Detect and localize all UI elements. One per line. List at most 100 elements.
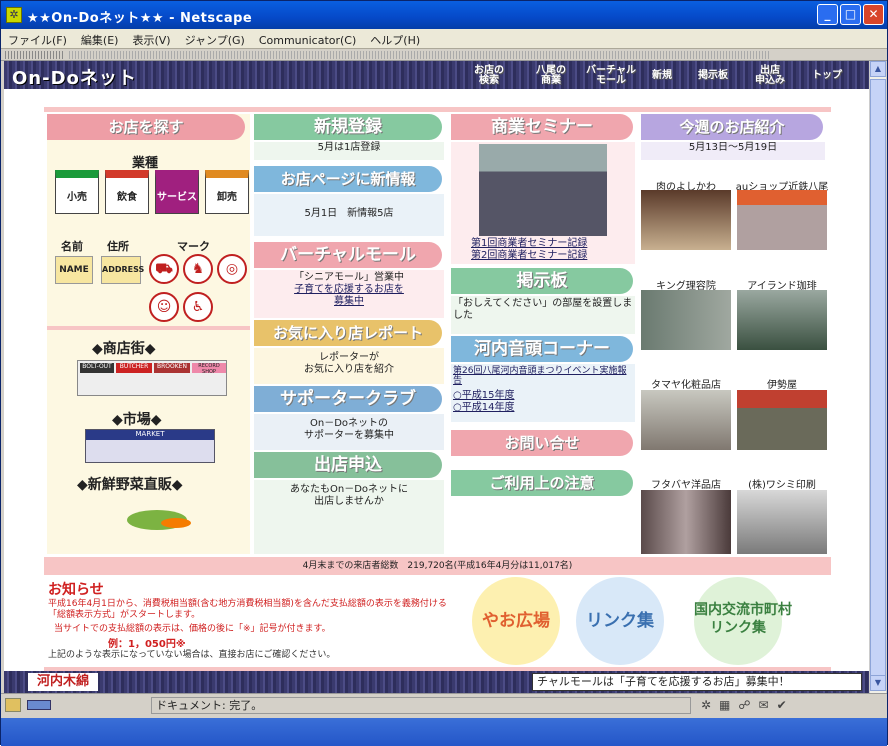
shop-photo-8[interactable] [737, 490, 827, 554]
shop-caption-8: (株)ワシミ印刷 [748, 480, 816, 491]
yao-plaza-button[interactable]: やお広場 [472, 577, 560, 665]
globe-mark-icon[interactable]: ◎ [217, 254, 247, 284]
security-lock-icon[interactable] [5, 698, 21, 712]
site-logo[interactable]: On-Doネット [12, 64, 152, 89]
market-image[interactable]: MARKET [85, 429, 215, 463]
name-label: 名前 [61, 240, 83, 253]
menu-communicator[interactable]: Communicator(C) [252, 31, 363, 50]
wheelchair-mark-icon[interactable]: ♿ [183, 292, 213, 322]
browser-window: ✲ ★★On-Doネット★★ - Netscape _ □ ✕ ファイル(F) 編… [0, 0, 888, 746]
weekly-header[interactable]: 今週のお店紹介 [641, 114, 823, 140]
scroll-down-icon[interactable]: ▼ [870, 675, 886, 691]
tab-top[interactable]: トップ [799, 64, 855, 88]
kawachi-box: 第26回八尾河内音頭まつりイベント実施報告 ○平成15年度 ○平成14年度 [451, 364, 635, 422]
seminar-header[interactable]: 商業セミナー [451, 114, 633, 140]
menu-bar: ファイル(F) 編集(E) 表示(V) ジャンプ(G) Communicator(C) ヘ… [1, 29, 887, 49]
virtual-mall-box: 「シニアモール」営業中 子育てを応援するお店を 募集中 [254, 270, 444, 318]
shop-photo-1[interactable] [641, 190, 731, 250]
info-column: 商業セミナー 第1回商業者セミナー記録 第2回商業者セミナー記録 掲示板 「おし… [451, 114, 637, 554]
connection-icon[interactable] [27, 700, 51, 710]
supporter-club-header[interactable]: サポータークラブ [254, 386, 442, 412]
ichiba-heading[interactable]: ◆市場◆ [112, 409, 162, 429]
seminar-2-link[interactable]: 第2回商業者セミナー記録 [471, 250, 587, 262]
visitor-count: 4月末までの来店者総数 219,720名(平成16年4月分は11,017名) [44, 557, 831, 575]
menu-help[interactable]: ヘルプ(H) [363, 29, 427, 51]
exchange-links-button[interactable]: 国内交流市町村 リンク集 [694, 577, 792, 665]
shop-news-text: 5月1日 新情報5店 [254, 194, 444, 236]
contact-header[interactable]: お問い合せ [451, 430, 633, 456]
scroll-up-icon[interactable]: ▲ [870, 61, 886, 77]
pet-mark-icon[interactable]: ♞ [183, 254, 213, 284]
status-icons[interactable]: ✲▦☍✉✔ [701, 698, 871, 712]
tab-new[interactable]: 新規 [642, 64, 682, 88]
heisei15-link[interactable]: ○平成15年度 [453, 390, 633, 402]
maximize-button[interactable]: □ [840, 4, 861, 25]
virtual-mall-header[interactable]: バーチャルモール [254, 242, 442, 268]
shop-photo-5[interactable] [641, 390, 731, 450]
shop-photo-2[interactable] [737, 190, 827, 250]
menu-file[interactable]: ファイル(F) [1, 29, 74, 51]
board-header[interactable]: 掲示板 [451, 268, 633, 294]
gyoshu-label: 業種 [132, 156, 159, 171]
new-registration-header[interactable]: 新規登録 [254, 114, 442, 140]
minimize-button[interactable]: _ [817, 4, 838, 25]
retail-button[interactable]: 小売 [55, 170, 99, 214]
address-search-button[interactable]: ADDRESS [101, 256, 144, 284]
notice-title: お知らせ [48, 582, 104, 598]
shop-caption-6: 伊勢屋 [767, 380, 797, 391]
netscape-icon: ✲ [6, 7, 22, 23]
shotengai-image[interactable]: BOLT-OUT BUTCHER BROOKEN RECORD SHOP [77, 360, 227, 396]
shotengai-heading[interactable]: ◆商店街◆ [92, 338, 156, 358]
vertical-scrollbar[interactable]: ▲ ▼ [869, 61, 886, 693]
apply-header[interactable]: 出店申込 [254, 452, 442, 478]
seminar-box: 第1回商業者セミナー記録 第2回商業者セミナー記録 [451, 142, 635, 264]
shop-photo-3[interactable] [641, 290, 731, 350]
scroll-thumb[interactable] [870, 79, 886, 689]
gourmet-button[interactable]: 飲食 [105, 170, 149, 214]
notes-header[interactable]: ご利用上の注意 [451, 470, 633, 496]
ticker-text: チャルモールは「子育てを応援するお店」募集中！ [532, 673, 862, 691]
divider-top [44, 107, 831, 112]
shop-photo-7[interactable] [641, 490, 731, 554]
kawachi-momen-logo[interactable]: 河内木綿 [28, 673, 98, 691]
links-button[interactable]: リンク集 [576, 577, 664, 665]
mark-label: マーク [177, 240, 210, 253]
tab-board[interactable]: 掲示板 [685, 64, 741, 88]
taskbar [1, 718, 887, 746]
tab-apply[interactable]: 出店 申込み [744, 64, 796, 88]
site-header: On-Doネット お店の 検索 八尾の 商業 バーチャル モール 新規 掲示板 … [4, 61, 869, 89]
tab-virtual-mall[interactable]: バーチャル モール [583, 64, 639, 88]
tab-yao-commerce[interactable]: 八尾の 商業 [522, 64, 580, 88]
seminar-photo[interactable] [479, 144, 607, 236]
menu-go[interactable]: ジャンプ(G) [178, 29, 252, 51]
service-button[interactable]: サービス [155, 170, 199, 214]
tab-shop-search[interactable]: お店の 検索 [459, 64, 519, 88]
shop-photo-4[interactable] [737, 290, 827, 350]
kawachi-report-link[interactable]: 第26回八尾河内音頭まつりイベント実施報告 [453, 366, 633, 386]
family-mark-icon[interactable]: ☺ [149, 292, 179, 322]
title-bar[interactable]: ✲ ★★On-Doネット★★ - Netscape _ □ ✕ [1, 1, 887, 29]
notice-section: お知らせ 平成16年4月1日から、消費税相当額(含む地方消費税相当額)を含んだ支… [48, 579, 458, 669]
menu-edit[interactable]: 編集(E) [74, 29, 126, 51]
shop-news-header[interactable]: お店ページに新情報 [254, 166, 442, 192]
vegetable-image[interactable] [117, 500, 197, 540]
menu-view[interactable]: 表示(V) [125, 29, 177, 51]
shop-photo-6[interactable] [737, 390, 827, 450]
kawachi-header[interactable]: 河内音頭コーナー [451, 336, 633, 362]
shop-caption-7: フタバヤ洋品店 [651, 480, 721, 491]
senior-mall-text: 「シニアモール」営業中 [294, 272, 404, 283]
close-button[interactable]: ✕ [863, 4, 884, 25]
kosodate-link[interactable]: 子育てを応援するお店を [254, 284, 444, 296]
search-header[interactable]: お店を探す [47, 114, 245, 140]
wholesale-button[interactable]: 卸売 [205, 170, 249, 214]
seminar-1-link[interactable]: 第1回商業者セミナー記録 [471, 238, 587, 250]
status-text: ドキュメント: 完了。 [151, 697, 691, 714]
heisei14-link[interactable]: ○平成14年度 [453, 402, 633, 414]
yasai-heading[interactable]: ◆新鮮野菜直販◆ [77, 474, 183, 494]
toolbar-grip[interactable] [1, 49, 887, 61]
truck-mark-icon[interactable]: ⛟ [149, 254, 179, 284]
favorite-report-header[interactable]: お気に入り店レポート [254, 320, 442, 346]
kosodate-link-2[interactable]: 募集中 [254, 296, 444, 308]
status-bar: ドキュメント: 完了。 ✲▦☍✉✔ [1, 693, 887, 718]
name-search-button[interactable]: NAME [55, 256, 93, 284]
